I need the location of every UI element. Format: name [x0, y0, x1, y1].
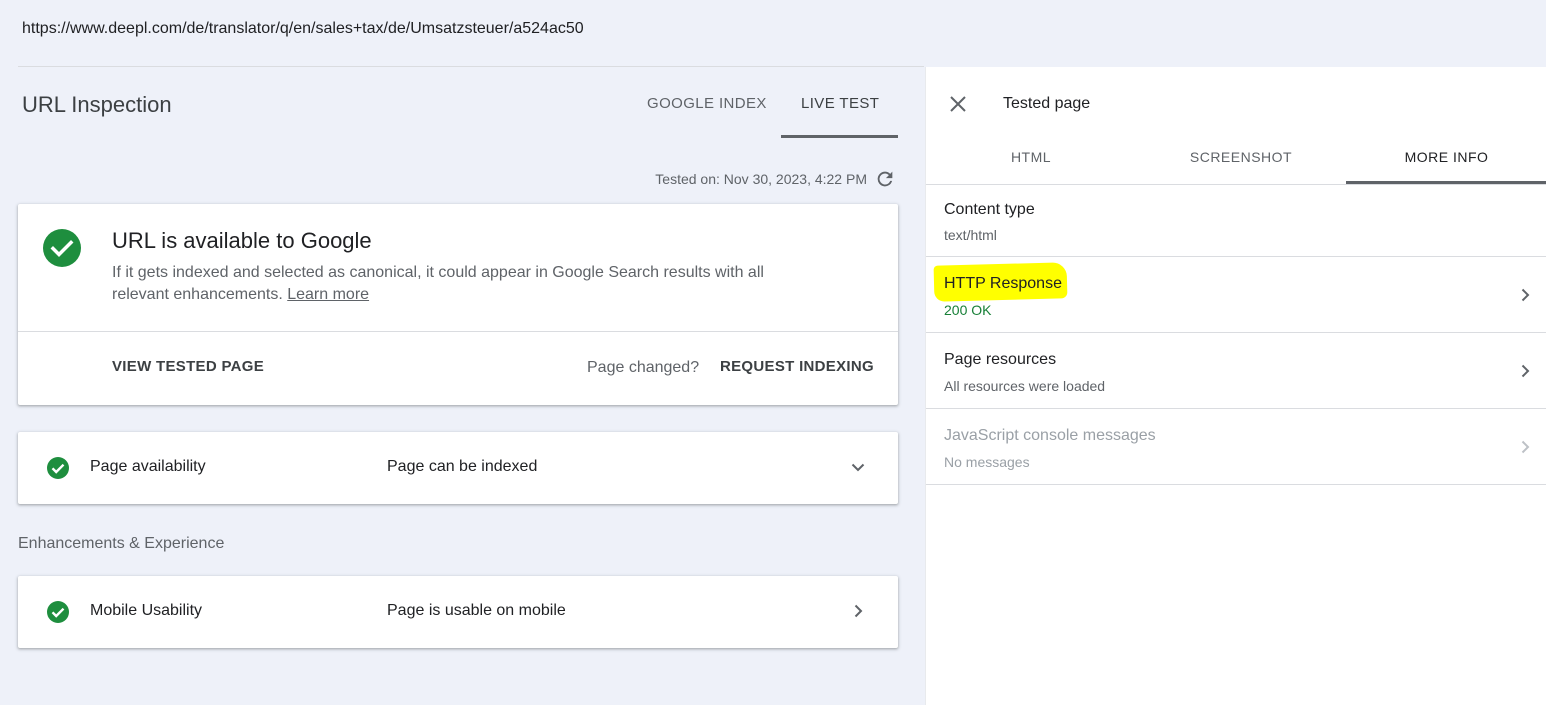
mobile-usability-label: Mobile Usability — [90, 602, 203, 619]
active-tab-indicator — [781, 135, 898, 138]
card-divider — [18, 331, 898, 332]
inspected-url: https://www.deepl.com/de/translator/q/en… — [22, 20, 584, 37]
close-icon[interactable] — [948, 94, 968, 114]
chevron-right-icon[interactable] — [1515, 361, 1535, 381]
enhancements-heading: Enhancements & Experience — [18, 535, 225, 552]
tab-more-info[interactable]: MORE INFO — [1346, 149, 1546, 165]
tab-google-index[interactable]: GOOGLE INDEX — [647, 95, 767, 112]
tab-live-test[interactable]: LIVE TEST — [801, 95, 879, 112]
content-type-label: Content type — [944, 201, 1035, 218]
page-availability-value: Page can be indexed — [387, 458, 538, 475]
http-response-row[interactable]: HTTP Response 200 OK — [926, 257, 1546, 333]
status-description-text: If it gets indexed and selected as canon… — [112, 264, 764, 303]
page-changed-label: Page changed? — [587, 359, 700, 376]
status-description: If it gets indexed and selected as canon… — [112, 262, 772, 306]
http-response-value: 200 OK — [944, 302, 992, 318]
url-bar: https://www.deepl.com/de/translator/q/en… — [0, 0, 1546, 66]
js-console-value: No messages — [944, 454, 1030, 470]
panel-title: Tested page — [1003, 95, 1091, 112]
mobile-usability-value: Page is usable on mobile — [387, 602, 566, 619]
content-type-row: Content type text/html — [926, 185, 1546, 257]
chevron-right-icon[interactable] — [848, 601, 868, 621]
check-circle-icon — [47, 601, 69, 623]
learn-more-link[interactable]: Learn more — [287, 286, 369, 303]
mobile-usability-row[interactable]: Mobile Usability Page is usable on mobil… — [18, 576, 898, 648]
chevron-right-icon[interactable] — [1515, 285, 1535, 305]
check-circle-icon — [43, 229, 81, 267]
tab-screenshot[interactable]: SCREENSHOT — [1136, 149, 1346, 165]
js-console-row: JavaScript console messages No messages — [926, 409, 1546, 485]
page-resources-value: All resources were loaded — [944, 378, 1106, 394]
page-availability-label: Page availability — [90, 458, 206, 475]
chevron-right-icon — [1521, 440, 1530, 454]
refresh-icon[interactable] — [874, 168, 896, 190]
status-title: URL is available to Google — [112, 228, 372, 253]
inspection-main: URL Inspection GOOGLE INDEX LIVE TEST Te… — [0, 67, 925, 705]
url-status-card: URL is available to Google If it gets in… — [18, 204, 898, 405]
tested-on-timestamp: Tested on: Nov 30, 2023, 4:22 PM — [655, 171, 867, 187]
check-circle-icon — [47, 457, 69, 479]
js-console-label: JavaScript console messages — [944, 427, 1156, 444]
content-type-value: text/html — [944, 227, 997, 243]
page-resources-row[interactable]: Page resources All resources were loaded — [926, 333, 1546, 409]
request-indexing-button[interactable]: REQUEST INDEXING — [720, 358, 874, 375]
tested-page-panel: Tested page HTML SCREENSHOT MORE INFO Co… — [925, 67, 1546, 705]
view-tested-page-button[interactable]: VIEW TESTED PAGE — [112, 358, 264, 375]
http-response-label: HTTP Response — [944, 275, 1062, 292]
tab-html[interactable]: HTML — [926, 149, 1136, 165]
page-resources-label: Page resources — [944, 351, 1057, 368]
chevron-down-icon[interactable] — [848, 457, 868, 477]
page-title: URL Inspection — [22, 92, 172, 117]
page-availability-row[interactable]: Page availability Page can be indexed — [18, 432, 898, 504]
